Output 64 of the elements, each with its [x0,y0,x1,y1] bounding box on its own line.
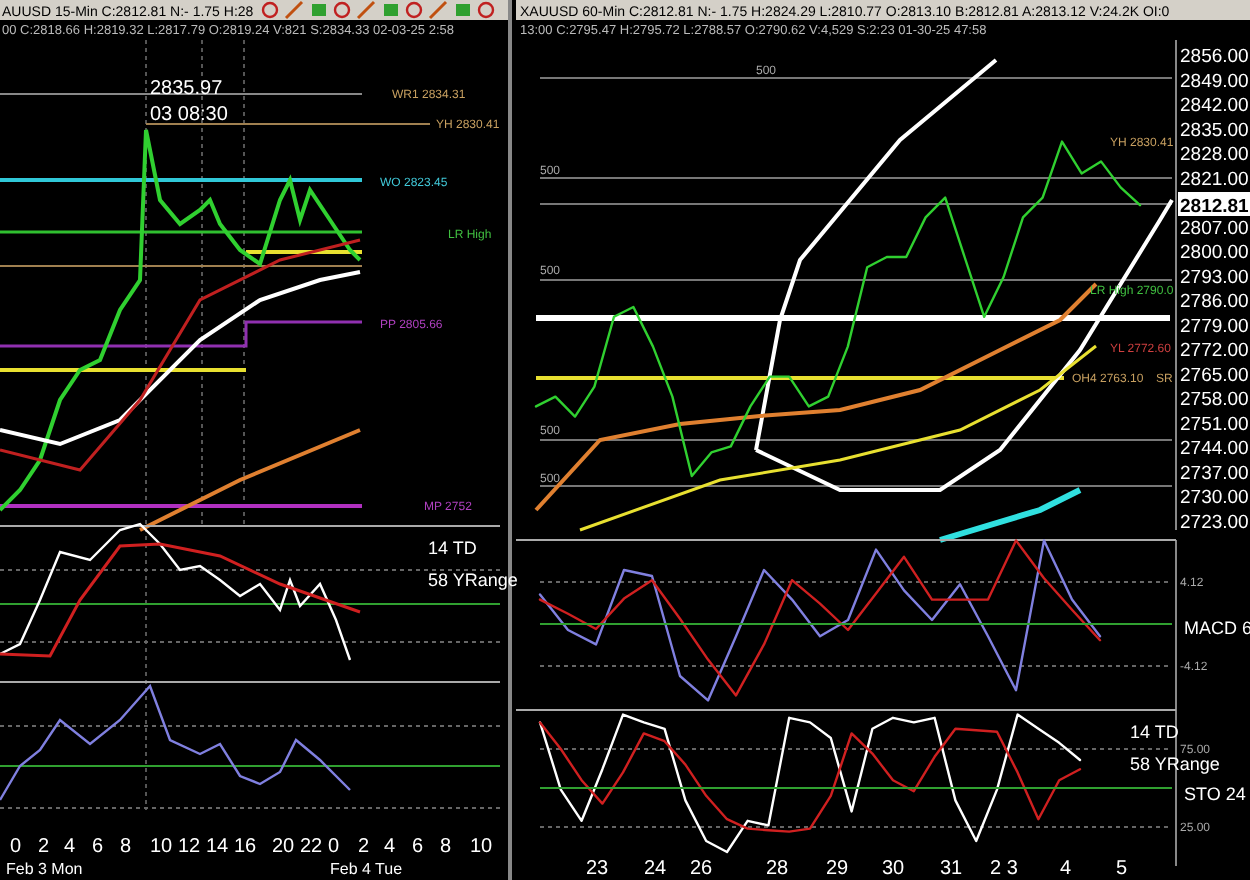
time-axis-label: 24 [644,858,667,880]
price-axis-label: 2842.00 [1180,95,1249,117]
price-axis-label: 2828.00 [1180,144,1249,166]
price-axis-label: 2772.00 [1180,340,1249,362]
time-axis-label: 14 [206,836,229,858]
price-axis-label: 2723.00 [1180,511,1249,534]
time-axis-label: 23 [586,858,609,880]
time-axis-label: 5 [1116,858,1128,880]
time-axis-label: 4 [64,836,76,858]
circle-icon[interactable] [333,1,351,19]
price-axis-label: 2835.00 [1180,119,1249,142]
price-axis-label: 2779.00 [1180,315,1249,338]
price-axis-label: 2737.00 [1180,462,1249,485]
time-axis-label: 8 [440,836,452,858]
indicator-label: 14 TD [1130,722,1179,742]
price-axis-label: 2807.00 [1180,217,1249,240]
circle-icon[interactable] [261,1,279,19]
last-price-badge: 2812.81 [1178,192,1250,218]
pencil-icon[interactable] [356,0,376,20]
time-axis-label: 10 [150,836,173,858]
time-axis-label: 31 [940,858,963,880]
price-axis-label: 2793.00 [1180,266,1249,289]
time-axis-label: 0 [328,836,340,858]
date-axis-label: Feb 4 Tue [330,860,403,878]
indicator-label: 14 TD [428,538,477,558]
time-axis-label: 26 [690,858,713,880]
time-axis-label: 12 [178,836,201,858]
indicator-label: 58 YRange [428,570,518,590]
price-axis-label: 2821.00 [1180,168,1249,191]
price-axis-label: 2758.00 [1180,389,1249,411]
price-axis-label: 2730.00 [1180,487,1249,509]
time-axis-label: 2 [38,836,50,858]
indicator-label: 58 YRange [1130,754,1220,774]
pencil-icon[interactable] [428,0,448,20]
time-axis-label: 29 [826,858,849,880]
price-axis-label: 2744.00 [1180,438,1249,460]
price-axis-label: 2800.00 [1180,242,1249,264]
time-axis-label: 0 [10,836,22,858]
circle-icon[interactable] [477,1,495,19]
time-axis-label: 20 [272,836,295,858]
time-axis-label: 4 [384,836,396,858]
time-axis-label: 22 [300,836,323,858]
time-axis-label: 10 [470,836,493,858]
time-axis-label: 2 [358,836,370,858]
price-axis-label: 2765.00 [1180,364,1249,387]
time-axis-label: 2 3 [990,858,1018,880]
time-axis-label: 6 [412,836,424,858]
time-axis-label: 4 [1060,858,1072,880]
high-price-annotation: 2835.97 [150,78,223,100]
level-line [246,250,362,254]
high-time-annotation: 03 08:30 [150,104,228,126]
price-axis-label: 2849.00 [1180,70,1249,93]
indicator-label: STO 24 [1184,784,1246,804]
time-axis-label: 16 [234,836,257,858]
pencil-icon[interactable] [284,0,304,20]
price-axis-label: 2786.00 [1180,291,1249,313]
price-axis-label: 2751.00 [1180,413,1249,436]
time-axis-label: 30 [882,858,905,880]
time-axis-label: 8 [120,836,132,858]
time-axis-label: 6 [92,836,104,858]
time-axis-label: 28 [766,858,789,880]
date-axis-label: Feb 3 Mon [6,860,83,878]
circle-icon[interactable] [405,1,423,19]
price-axis-label: 2856.00 [1180,46,1249,68]
